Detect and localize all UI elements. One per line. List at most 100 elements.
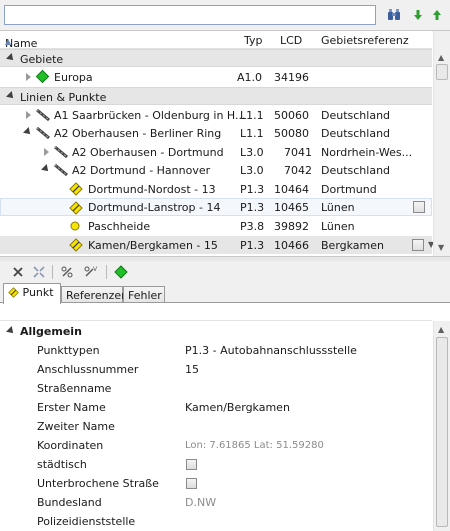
property-row[interactable]: Punkttypen P1.3 - Autobahnanschlussstell…: [0, 341, 432, 360]
expand-icon[interactable]: [26, 73, 31, 81]
table-row[interactable]: Dortmund-Lanstrop - 14 P1.3 10465 Lünen: [0, 198, 432, 216]
row-typ: L3.0: [240, 164, 264, 177]
property-label: städtisch: [37, 458, 87, 471]
property-row[interactable]: Zweiter Name: [0, 417, 432, 436]
toolbar-separator: [106, 265, 107, 279]
search-input[interactable]: [4, 5, 376, 25]
table-row[interactable]: A2 Oberhausen - Dortmund L3.0 7041 Nordr…: [0, 143, 432, 161]
row-lcd: 50080: [274, 127, 309, 140]
expand-icon[interactable]: [44, 148, 49, 156]
row-name: Europa: [54, 71, 93, 84]
binoculars-icon[interactable]: [385, 6, 403, 24]
road-line-icon: [54, 163, 68, 177]
road-line-icon: [36, 108, 50, 122]
link-v-icon[interactable]: V: [83, 264, 99, 280]
table-row[interactable]: Kamen/Bergkamen - 15 P1.3 10466 Bergkame…: [0, 236, 434, 254]
table-row[interactable]: Europa A1.0 34196: [0, 68, 432, 86]
arrow-down-icon[interactable]: [409, 6, 427, 24]
collapse-icon[interactable]: [6, 53, 16, 63]
table-row[interactable]: Paschheide P3.8 39892 Lünen: [0, 217, 432, 235]
table-row[interactable]: A1 Saarbrücken - Oldenburg in H... L1.1 …: [0, 106, 432, 124]
property-value[interactable]: P1.3 - Autobahnanschlussstelle: [185, 344, 357, 357]
property-label: Straßenname: [37, 382, 112, 395]
row-typ: P1.3: [240, 183, 265, 196]
group-row[interactable]: Gebiete: [0, 49, 432, 67]
property-row[interactable]: Polizeidienststelle: [0, 512, 432, 531]
row-lcd: 50060: [274, 109, 309, 122]
property-row[interactable]: Erster Name Kamen/Bergkamen: [0, 398, 432, 417]
tab-punkt[interactable]: Punkt: [3, 283, 61, 304]
row-ref: Dortmund: [321, 183, 377, 196]
collapse-icon[interactable]: [6, 91, 16, 101]
junction-point-icon: [8, 287, 19, 298]
property-value[interactable]: Kamen/Bergkamen: [185, 401, 290, 414]
row-ref: Bergkamen: [321, 239, 384, 252]
property-row[interactable]: Anschlussnummer 15: [0, 360, 432, 379]
expand-icon[interactable]: [26, 111, 31, 119]
row-name: A2 Dortmund - Hannover: [72, 164, 211, 177]
row-name: Paschheide: [88, 220, 151, 233]
road-line-icon: [36, 126, 50, 140]
staedtisch-checkbox[interactable]: [186, 459, 197, 470]
row-ref: Deutschland: [321, 109, 391, 122]
row-typ: P1.3: [240, 239, 265, 252]
row-name: Dortmund-Nordost - 13: [88, 183, 216, 196]
property-label: Polizeidienststelle: [37, 515, 136, 528]
group-row[interactable]: Linien & Punkte: [0, 87, 432, 105]
svg-text:V: V: [93, 266, 98, 273]
close-icon[interactable]: [10, 264, 26, 280]
property-grid-toolbar: [0, 303, 432, 321]
collapse-icon[interactable]: [6, 326, 16, 336]
scroll-thumb[interactable]: [436, 64, 448, 80]
property-scrollbar[interactable]: ▲: [433, 321, 450, 531]
link-icon[interactable]: [59, 264, 75, 280]
property-row[interactable]: Straßenname: [0, 379, 432, 398]
arrow-up-icon[interactable]: [428, 6, 446, 24]
column-gebietsreferenz[interactable]: Gebietsreferenz: [321, 34, 409, 47]
row-name: A2 Oberhausen - Dortmund: [72, 146, 224, 159]
scroll-thumb[interactable]: [436, 337, 448, 527]
green-diamond-icon[interactable]: [113, 264, 129, 280]
row-lcd: 10464: [274, 183, 309, 196]
row-ref: Deutschland: [321, 164, 391, 177]
property-row[interactable]: städtisch: [0, 455, 432, 474]
disconnect-icon[interactable]: [31, 264, 47, 280]
property-row[interactable]: Bundesland D.NW: [0, 493, 432, 512]
property-value[interactable]: 15: [185, 363, 199, 376]
column-lcd[interactable]: LCD: [280, 34, 302, 47]
table-row[interactable]: A2 Oberhausen - Berliner Ring L1.1 50080…: [0, 124, 432, 142]
property-row[interactable]: Unterbrochene Straße: [0, 474, 432, 493]
collapse-icon[interactable]: [23, 127, 33, 137]
unterbrochene-strasse-checkbox[interactable]: [186, 478, 197, 489]
sort-ascending-icon: ▲: [5, 37, 12, 46]
group-label: Linien & Punkte: [20, 91, 107, 104]
table-row[interactable]: Dortmund-Nordost - 13 P1.3 10464 Dortmun…: [0, 180, 432, 198]
property-label: Punkttypen: [37, 344, 100, 357]
group-label: Gebiete: [20, 53, 64, 66]
row-typ: P3.8: [240, 220, 265, 233]
column-typ[interactable]: Typ: [244, 34, 263, 47]
table-row[interactable]: A2 Dortmund - Hannover L3.0 7042 Deutsch…: [0, 161, 432, 179]
table-header: Name ▲ Typ LCD Gebietsreferenz: [0, 31, 432, 50]
tree-scrollbar[interactable]: ▲ ▼: [433, 31, 450, 256]
collapse-icon[interactable]: [41, 164, 51, 174]
row-typ: L3.0: [240, 146, 264, 159]
scroll-up-icon[interactable]: ▲: [438, 325, 444, 334]
property-grid: Allgemein Punkttypen P1.3 - Autobahnansc…: [0, 303, 450, 531]
property-label: Zweiter Name: [37, 420, 115, 433]
property-label: Erster Name: [37, 401, 106, 414]
category-label: Allgemein: [20, 325, 82, 338]
row-checkbox[interactable]: [412, 239, 424, 251]
row-typ: A1.0: [237, 71, 263, 84]
row-checkbox[interactable]: [413, 201, 425, 213]
property-category[interactable]: Allgemein: [0, 322, 432, 341]
road-line-icon: [54, 145, 68, 159]
property-label: Unterbrochene Straße: [37, 477, 159, 490]
scroll-up-icon[interactable]: ▲: [438, 53, 444, 62]
tab-punkt-label: Punkt: [22, 286, 54, 299]
point-icon: [70, 221, 80, 231]
property-row[interactable]: Koordinaten Lon: 7.61865 Lat: 51.59280: [0, 436, 432, 455]
row-lcd: 39892: [274, 220, 309, 233]
property-label: Bundesland: [37, 496, 102, 509]
scroll-down-icon[interactable]: ▼: [438, 243, 444, 252]
